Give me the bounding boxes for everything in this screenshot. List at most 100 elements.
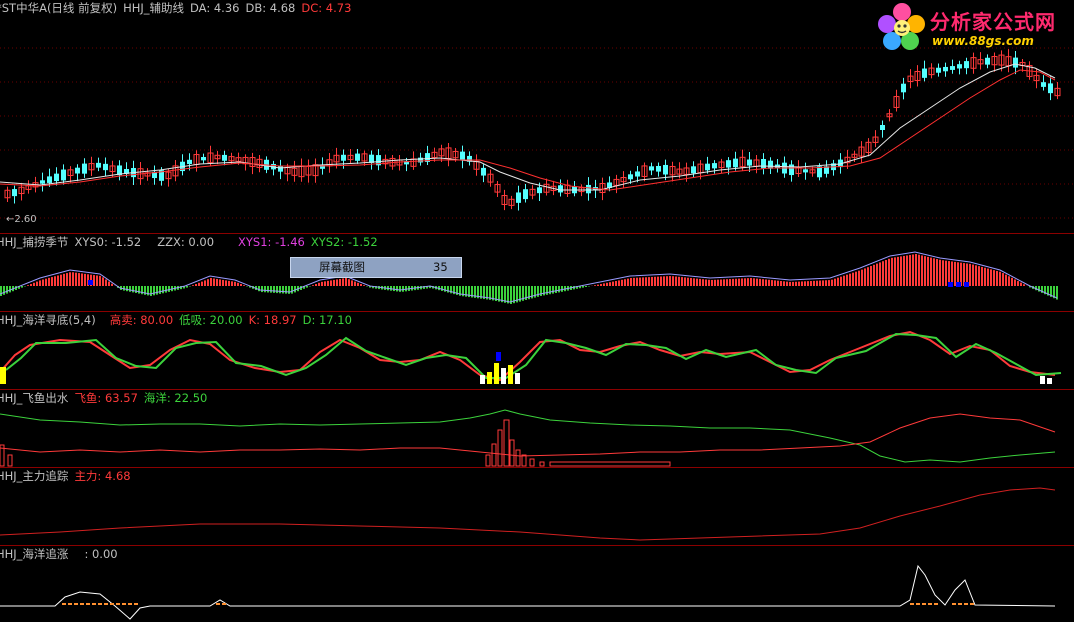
screenshot-tooltip[interactable]: 屏幕截图 35: [290, 257, 462, 278]
price-candle-down: [635, 171, 640, 177]
panel2-histogram-bar: [507, 286, 509, 304]
zhuizhang-marker: [922, 603, 926, 605]
panel2-histogram-bar: [153, 286, 155, 296]
panel2-histogram-bar: [165, 286, 167, 293]
xys0-value: XYS0: -1.52: [74, 235, 142, 249]
panel2-histogram-bar: [870, 266, 872, 286]
panel2-histogram-bar: [696, 278, 698, 286]
panel2-histogram-bar: [651, 276, 653, 286]
panel2-histogram-bar: [207, 279, 209, 286]
panel2-histogram-bar: [399, 286, 401, 292]
panel2-histogram-bar: [363, 285, 365, 286]
price-candle-down: [1041, 82, 1046, 87]
panel2-histogram-bar: [690, 278, 692, 286]
panel2-histogram-bar: [624, 279, 626, 286]
zhuizhang-marker: [928, 603, 932, 605]
panel2-histogram-bar: [627, 278, 629, 286]
panel2-histogram-bar: [288, 286, 290, 294]
price-candle-down: [278, 165, 283, 172]
price-candle-down: [40, 180, 45, 184]
panel2-histogram-bar: [93, 275, 95, 286]
panel2-histogram-bar: [324, 281, 326, 286]
panel2-histogram-bar: [984, 267, 986, 286]
zhuizhang-marker: [222, 603, 226, 605]
price-candle-down: [61, 169, 66, 181]
panel2-histogram-bar: [351, 280, 353, 286]
panel2-histogram-bar: [771, 280, 773, 286]
panel2-histogram-bar: [699, 278, 701, 286]
panel2-histogram-bar: [936, 259, 938, 286]
panel2-histogram-bar: [219, 279, 221, 286]
panel2-histogram-bar: [57, 275, 59, 286]
panel2-histogram-bar: [666, 276, 668, 286]
feiyu-value: 飞鱼: 63.57: [74, 391, 138, 405]
panel2-histogram-bar: [558, 286, 560, 293]
panel2-histogram-bar: [72, 272, 74, 286]
panel2-histogram-bar: [993, 270, 995, 286]
panel2-histogram-bar: [795, 281, 797, 286]
price-candle-down: [12, 189, 17, 197]
panel2-histogram-bar: [621, 279, 623, 286]
panel2-histogram-bar: [321, 281, 323, 286]
panel2-histogram-bar: [21, 286, 23, 288]
panel2-histogram-bar: [75, 272, 77, 286]
price-candle-down: [54, 173, 59, 182]
zhuizhang-marker: [934, 603, 938, 605]
panel2-histogram-bar: [792, 281, 794, 286]
price-candle-down: [712, 163, 717, 169]
panel2-histogram-bar: [555, 286, 557, 293]
feiyu-signal-bar: [509, 439, 515, 467]
panel2-histogram-bar: [291, 286, 293, 294]
panel2-histogram-bar: [927, 256, 929, 286]
price-candle-down: [481, 167, 486, 176]
panel2-histogram-bar: [990, 269, 992, 286]
price-candle-down: [187, 159, 192, 165]
panel2-marker: [948, 282, 953, 287]
panel2-histogram-bar: [693, 278, 695, 286]
panel2-histogram-bar: [1008, 276, 1010, 286]
panel2-histogram-bar: [36, 281, 38, 286]
panel2-histogram-bar: [270, 286, 272, 293]
panel2-histogram-bar: [1017, 281, 1019, 286]
panel2-histogram-bar: [192, 285, 194, 286]
tooltip-label: 屏幕截图: [319, 260, 365, 274]
zhuizhang-marker: [68, 603, 72, 605]
price-candle-down: [726, 160, 731, 168]
panel2-histogram-bar: [642, 277, 644, 286]
panel2-histogram-bar: [843, 275, 845, 286]
panel6-value: : 0.00: [84, 547, 118, 561]
panel2-histogram-bar: [861, 269, 863, 286]
zhuizhang-marker: [970, 603, 974, 605]
panel2-histogram-bar: [582, 286, 584, 288]
panel2-histogram-bar: [897, 256, 899, 286]
price-candle-down: [47, 176, 52, 183]
panel2-histogram-bar: [972, 264, 974, 286]
panel2-histogram-bar: [798, 281, 800, 286]
panel2-histogram-bar: [552, 286, 554, 294]
panel2-histogram-bar: [48, 277, 50, 286]
panel2-histogram-bar: [6, 286, 8, 294]
panel2-histogram-bar: [732, 278, 734, 286]
panel2-histogram-bar: [279, 286, 281, 294]
panel2-histogram-bar: [540, 286, 542, 296]
panel2-histogram-bar: [1020, 282, 1022, 286]
panel2-histogram-bar: [345, 278, 347, 286]
panel2-histogram-bar: [837, 277, 839, 286]
zhuli-value: 主力: 4.68: [74, 469, 131, 483]
panel2-histogram-bar: [318, 282, 320, 286]
panel2-histogram-bar: [45, 278, 47, 286]
panel2-histogram-bar: [834, 278, 836, 286]
panel2-histogram-bar: [600, 284, 602, 286]
panel2-histogram-bar: [609, 282, 611, 286]
panel2-histogram-bar: [888, 258, 890, 286]
panel2-histogram-bar: [807, 281, 809, 286]
panel2-histogram-bar: [1011, 277, 1013, 286]
panel2-histogram-bar: [285, 286, 287, 294]
stock-chart-screen[interactable]: *ST中华A(日线 前复权) HHJ_辅助线 DA: 4.36 DB: 4.68 DC:…: [0, 0, 1074, 622]
panel5-name: HHJ_主力追踪: [0, 469, 69, 483]
panel2-histogram-bar: [261, 286, 263, 293]
panel2-histogram-bar: [885, 260, 887, 286]
zhuizhang-marker: [916, 603, 920, 605]
price-candle-down: [663, 164, 668, 175]
price-candle-down: [656, 165, 661, 172]
